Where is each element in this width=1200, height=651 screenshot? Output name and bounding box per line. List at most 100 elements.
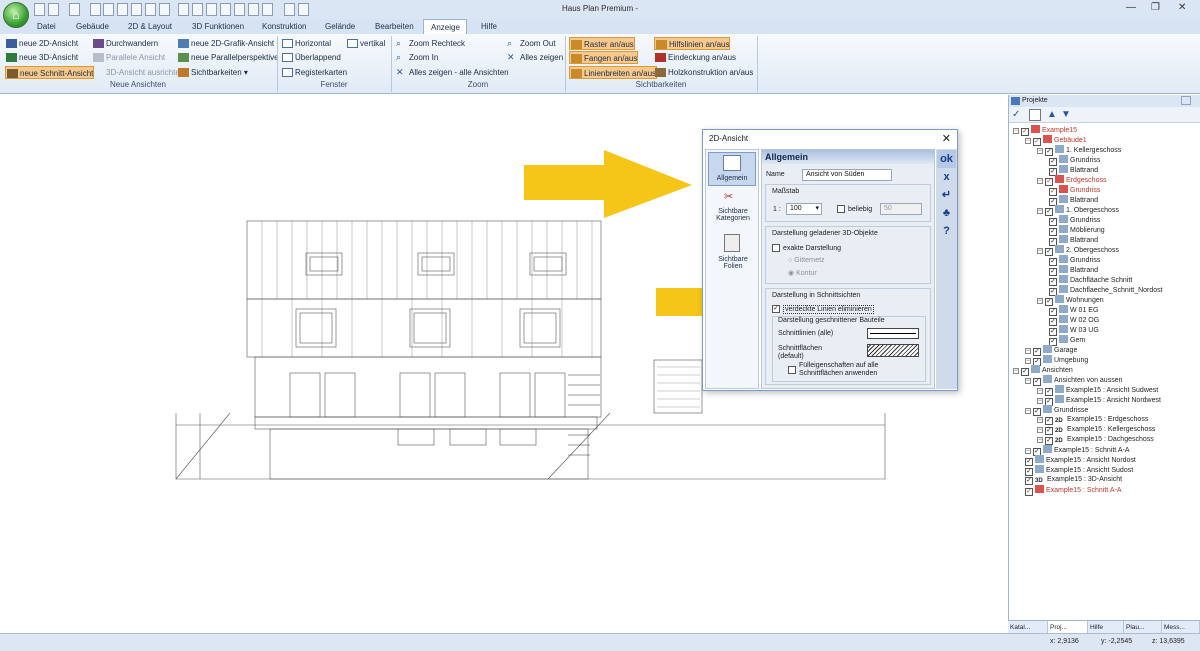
expand-toggle-icon[interactable]: − xyxy=(1025,348,1031,354)
apply-button[interactable]: ↵ xyxy=(937,186,956,204)
tree-item[interactable]: ✓ Blattrand xyxy=(1049,235,1098,246)
tree-item[interactable]: ✓ Example15 : Ansicht Sudost xyxy=(1025,465,1133,476)
tile-horizontal-button[interactable]: Horizontal xyxy=(281,37,331,50)
new-2d-graphic-view-button[interactable]: neue 2D-Grafik-Ansicht xyxy=(177,37,274,50)
expand-toggle-icon[interactable]: − xyxy=(1025,138,1031,144)
tree-item[interactable]: − ✓ Example15 : Ansicht Nordwest xyxy=(1037,395,1161,406)
scale-select[interactable]: 100 ▾ xyxy=(786,203,822,215)
tree-item[interactable]: − ✓ Ansichten xyxy=(1013,365,1073,376)
zoom-in-button[interactable]: ⌕ Zoom In xyxy=(395,51,438,64)
name-input[interactable]: Ansicht von Süden xyxy=(802,169,892,181)
walkthrough-button[interactable]: Durchwandern xyxy=(92,37,158,50)
tree-item[interactable]: ✓ Example15 : Ansicht Nordost xyxy=(1025,455,1136,466)
tree-item[interactable]: − ✓ Example15 : Schnitt A-A xyxy=(1025,445,1129,456)
tab-datei[interactable]: Datei xyxy=(37,19,56,34)
cut-surfaces-swatch[interactable] xyxy=(867,344,919,357)
tree-item[interactable]: ✓ Grundriss xyxy=(1049,255,1100,266)
maximize-icon[interactable]: ❐ xyxy=(1151,2,1160,13)
tree-item[interactable]: ✓ W 03 UG xyxy=(1049,325,1099,336)
align-3d-view-button[interactable]: 3D-Ansicht ausrichten xyxy=(92,66,184,79)
tree-item[interactable]: − ✓ Garage xyxy=(1025,345,1077,356)
expand-toggle-icon[interactable]: − xyxy=(1037,388,1043,394)
tree-item[interactable]: − ✓ 2D Example15 : Kellergeschoss xyxy=(1037,425,1155,435)
tree-item[interactable]: − ✓ Wohnungen xyxy=(1037,295,1104,306)
expand-toggle-icon[interactable]: − xyxy=(1013,128,1019,134)
snap-toggle-button[interactable]: Fangen an/aus xyxy=(569,51,639,64)
expand-toggle-icon[interactable]: − xyxy=(1025,378,1031,384)
new-section-view-button[interactable]: neue Schnitt-Ansicht xyxy=(5,66,95,79)
arrow-up-icon[interactable]: ▲ xyxy=(1047,109,1059,121)
expand-toggle-icon[interactable]: − xyxy=(1037,148,1043,154)
tree-item[interactable]: − ✓ Gebäude1 xyxy=(1025,135,1087,146)
tree-checkbox[interactable]: ✓ xyxy=(1045,417,1053,425)
tree-item[interactable]: ✓ Grundriss xyxy=(1049,215,1100,226)
tabs-button[interactable]: Registerkarten xyxy=(281,66,347,79)
help-button[interactable]: ? xyxy=(937,222,956,240)
check-icon[interactable]: ✓ xyxy=(1012,109,1024,121)
tree-item[interactable]: ✓ Grundriss xyxy=(1049,155,1100,166)
tree-item[interactable]: − ✓ 2. Obergeschoss xyxy=(1037,245,1119,256)
show-all-views-button[interactable]: ✕ Alles zeigen - alle Ansichten xyxy=(395,66,509,79)
tab-anzeige[interactable]: Anzeige xyxy=(423,19,467,34)
tree-item[interactable]: ✓ Blattrand xyxy=(1049,265,1098,276)
expand-toggle-icon[interactable]: − xyxy=(1013,368,1019,374)
close-icon[interactable]: ✕ xyxy=(942,132,951,145)
cut-lines-swatch[interactable] xyxy=(867,328,919,339)
new-parallel-perspective-button[interactable]: neue Parallelperspektive xyxy=(177,51,279,64)
tree-item[interactable]: − ✓ 1. Kellergeschoss xyxy=(1037,145,1121,156)
cancel-button[interactable]: x xyxy=(937,168,956,186)
ok-button[interactable]: ok xyxy=(937,150,956,168)
tab-hilfe[interactable]: Hilfe xyxy=(481,19,497,34)
expand-toggle-icon[interactable]: − xyxy=(1037,178,1043,184)
tree-checkbox[interactable]: ✓ xyxy=(1045,427,1053,435)
tree-item[interactable]: − ✓ Example15 xyxy=(1013,125,1077,136)
tile-vertical-button[interactable]: vertikal xyxy=(346,37,385,50)
tree-item[interactable]: ✓ Gem xyxy=(1049,335,1085,346)
expand-toggle-icon[interactable]: − xyxy=(1025,408,1031,414)
expand-toggle-icon[interactable]: − xyxy=(1025,448,1031,454)
app-menu-button[interactable]: ⌂ xyxy=(3,2,29,28)
contour-radio[interactable]: ◉ Kontur xyxy=(788,269,817,277)
tree-checkbox[interactable]: ✓ xyxy=(1045,437,1053,445)
arrow-down-icon[interactable]: ▼ xyxy=(1061,109,1073,121)
tab-gebaeude[interactable]: Gebäude xyxy=(76,19,109,34)
wireframe-radio[interactable]: ○ Gitternetz xyxy=(788,257,825,264)
show-all-button[interactable]: ✕ Alles zeigen xyxy=(506,51,563,64)
nav-item-allgemein[interactable]: Allgemein xyxy=(708,152,756,186)
tree-item[interactable]: ✓ Dachflaeche_Schnitt_Nordost xyxy=(1049,285,1163,296)
tree-item[interactable]: − ✓ 2D Example15 : Erdgeschoss xyxy=(1037,415,1148,425)
nav-item-layers[interactable]: Sichtbare Folien xyxy=(708,256,758,270)
tree-item[interactable]: ✓ Möblierung xyxy=(1049,225,1105,236)
apply-fill-checkbox[interactable] xyxy=(788,366,796,374)
tree-item[interactable]: ✓ Dachfläache Schnitt xyxy=(1049,275,1132,286)
properties-icon[interactable] xyxy=(1029,109,1041,121)
tab-3d-funktionen[interactable]: 3D Funktionen xyxy=(192,19,244,34)
parallel-view-button[interactable]: Parallele Ansicht xyxy=(92,51,165,64)
tab-gelaende[interactable]: Gelände xyxy=(325,19,355,34)
tree-item[interactable]: ✓ Blattrand xyxy=(1049,165,1098,176)
cascade-button[interactable]: Überlappend xyxy=(281,51,341,64)
tree-item[interactable]: − ✓ Example15 : Ansicht Sudwest xyxy=(1037,385,1158,396)
linewidths-toggle-button[interactable]: Linienbreiten an/aus xyxy=(569,66,658,79)
tree-checkbox[interactable]: ✓ xyxy=(1025,477,1033,485)
nav-item-categories[interactable]: Sichtbare Kategorien xyxy=(713,208,753,222)
zoom-out-button[interactable]: ⌕ Zoom Out xyxy=(506,37,556,50)
tree-item[interactable]: ✓ W 02 OG xyxy=(1049,315,1099,326)
minimize-icon[interactable]: — xyxy=(1126,2,1136,13)
arbitrary-value[interactable]: 50 xyxy=(880,203,922,215)
new-2d-view-button[interactable]: neue 2D-Ansicht xyxy=(5,37,78,50)
pin-icon[interactable] xyxy=(1181,96,1191,105)
tree-item[interactable]: − ✓ Erdgeschoss xyxy=(1037,175,1106,186)
expand-toggle-icon[interactable]: − xyxy=(1037,398,1043,404)
tree-item[interactable]: ✓ Blattrand xyxy=(1049,195,1098,206)
zoom-rectangle-button[interactable]: ⌕ Zoom Rechteck xyxy=(395,37,465,50)
expand-toggle-icon[interactable]: − xyxy=(1037,208,1043,214)
tree-item[interactable]: − ✓ Grundrisse xyxy=(1025,405,1088,416)
exact-display-checkbox[interactable] xyxy=(772,244,780,252)
tree-item[interactable]: ✓ Grundriss xyxy=(1049,185,1100,196)
grid-toggle-button[interactable]: Raster an/aus xyxy=(569,37,635,50)
expand-toggle-icon[interactable]: − xyxy=(1037,248,1043,254)
expand-toggle-icon[interactable]: − xyxy=(1037,437,1043,443)
timber-toggle-button[interactable]: Holzkonstruktion an/aus xyxy=(654,66,753,79)
tree-item[interactable]: − ✓ 2D Example15 : Dachgeschoss xyxy=(1037,435,1154,445)
